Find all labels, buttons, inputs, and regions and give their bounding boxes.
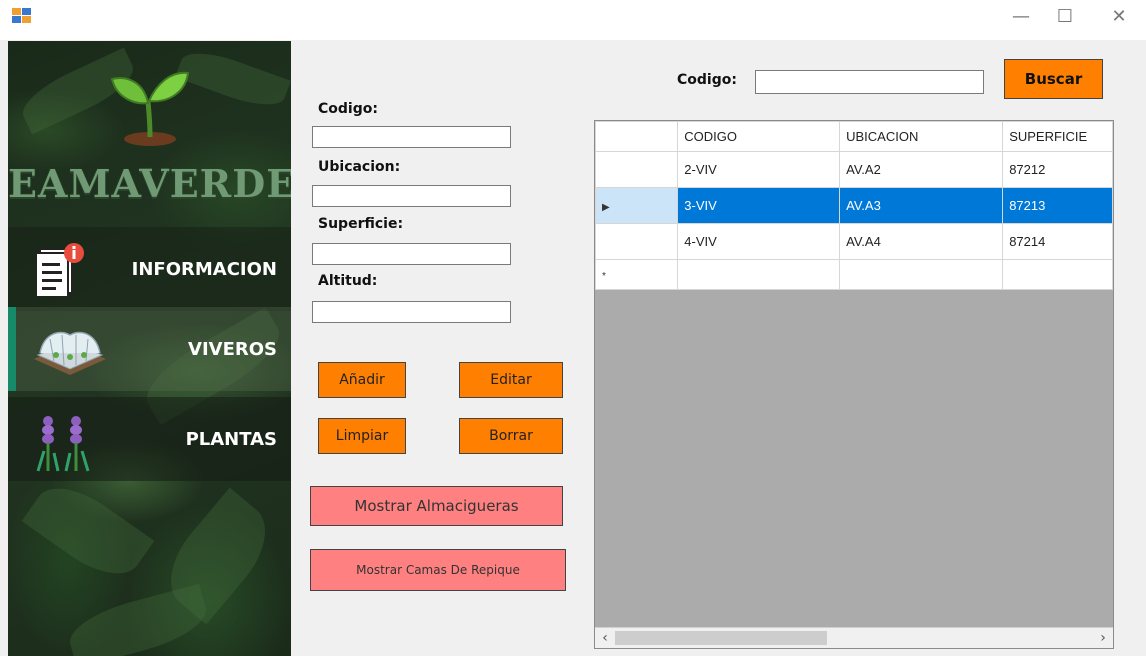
- cell-superficie[interactable]: 87214: [1002, 223, 1113, 260]
- lavender-plant-icon: [36, 416, 90, 472]
- cell-codigo[interactable]: 3-VIV: [677, 187, 841, 224]
- cell-codigo[interactable]: 4-VIV: [677, 223, 841, 260]
- edit-button[interactable]: Editar: [459, 362, 563, 398]
- ubicacion-label: Ubicacion:: [318, 159, 401, 175]
- sidebar: EAMAVERDE INFORMACION VIVEROS PLANTAS: [8, 41, 291, 656]
- viveros-data-grid[interactable]: CODIGO UBICACION SUPERFICIE 2-VIV AV.A2 …: [594, 120, 1114, 649]
- row-header[interactable]: [595, 223, 679, 260]
- delete-button[interactable]: Borrar: [459, 418, 563, 454]
- column-header-ubicacion[interactable]: UBICACION: [839, 121, 1004, 152]
- sidebar-item-plantas[interactable]: PLANTAS: [8, 397, 291, 481]
- cell-codigo[interactable]: [677, 259, 841, 290]
- row-header[interactable]: *: [595, 259, 679, 290]
- cell-ubicacion[interactable]: AV.A4: [839, 223, 1004, 260]
- active-indicator: [8, 307, 16, 391]
- cell-ubicacion[interactable]: AV.A2: [839, 151, 1004, 188]
- cell-superficie[interactable]: [1002, 259, 1113, 290]
- superficie-input[interactable]: [312, 243, 511, 265]
- table-row[interactable]: 2-VIV AV.A2 87212: [595, 151, 1113, 188]
- search-button[interactable]: Buscar: [1004, 59, 1103, 99]
- document-info-icon: [36, 243, 84, 297]
- sprout-logo-icon: [110, 71, 190, 146]
- grid-table: CODIGO UBICACION SUPERFICIE 2-VIV AV.A2 …: [595, 121, 1113, 290]
- sidebar-item-label: VIVEROS: [188, 338, 277, 360]
- clear-button[interactable]: Limpiar: [318, 418, 406, 454]
- scroll-right-icon[interactable]: ›: [1093, 628, 1113, 648]
- codigo-label: Codigo:: [318, 101, 378, 117]
- show-transplant-beds-button[interactable]: Mostrar Camas De Repique: [310, 549, 566, 591]
- cell-codigo[interactable]: 2-VIV: [677, 151, 841, 188]
- column-header-codigo[interactable]: CODIGO: [677, 121, 841, 152]
- row-header[interactable]: ▶: [595, 187, 679, 224]
- table-row-selected[interactable]: ▶ 3-VIV AV.A3 87213: [595, 187, 1113, 224]
- altitud-label: Altitud:: [318, 273, 378, 289]
- cell-ubicacion[interactable]: [839, 259, 1004, 290]
- grid-header-row: CODIGO UBICACION SUPERFICIE: [595, 121, 1113, 152]
- cell-ubicacion[interactable]: AV.A3: [839, 187, 1004, 224]
- sidebar-item-label: INFORMACION: [131, 258, 277, 280]
- superficie-label: Superficie:: [318, 216, 404, 232]
- maximize-button[interactable]: ☐: [1050, 6, 1080, 28]
- add-button[interactable]: Añadir: [318, 362, 406, 398]
- column-header-superficie[interactable]: SUPERFICIE: [1002, 121, 1113, 152]
- sidebar-item-informacion[interactable]: INFORMACION: [8, 227, 291, 311]
- minimize-button[interactable]: —: [1006, 6, 1036, 28]
- new-row-asterisk-icon: *: [602, 271, 606, 282]
- search-codigo-label: Codigo:: [677, 72, 737, 88]
- altitud-input[interactable]: [312, 301, 511, 323]
- ubicacion-input[interactable]: [312, 185, 511, 207]
- horizontal-scrollbar[interactable]: ‹ ›: [595, 627, 1113, 648]
- table-row[interactable]: 4-VIV AV.A4 87214: [595, 223, 1113, 260]
- codigo-input[interactable]: [312, 126, 511, 148]
- new-row[interactable]: *: [595, 259, 1113, 290]
- show-seedbeds-button[interactable]: Mostrar Almacigueras: [310, 486, 563, 526]
- cell-superficie[interactable]: 87212: [1002, 151, 1113, 188]
- scrollbar-thumb[interactable]: [615, 631, 827, 645]
- sidebar-item-label: PLANTAS: [185, 428, 277, 450]
- scroll-left-icon[interactable]: ‹: [595, 628, 615, 648]
- brand-title: EAMAVERDE: [8, 161, 291, 206]
- row-header[interactable]: [595, 151, 679, 188]
- row-header-corner: [595, 121, 679, 152]
- search-codigo-input[interactable]: [755, 70, 984, 94]
- current-row-arrow-icon: ▶: [602, 202, 610, 213]
- greenhouse-icon: [34, 331, 106, 375]
- close-button[interactable]: ✕: [1104, 6, 1134, 28]
- sidebar-item-viveros[interactable]: VIVEROS: [8, 307, 291, 391]
- app-icon: [12, 8, 31, 23]
- cell-superficie[interactable]: 87213: [1002, 187, 1113, 224]
- window-titlebar: — ☐ ✕: [0, 0, 1146, 40]
